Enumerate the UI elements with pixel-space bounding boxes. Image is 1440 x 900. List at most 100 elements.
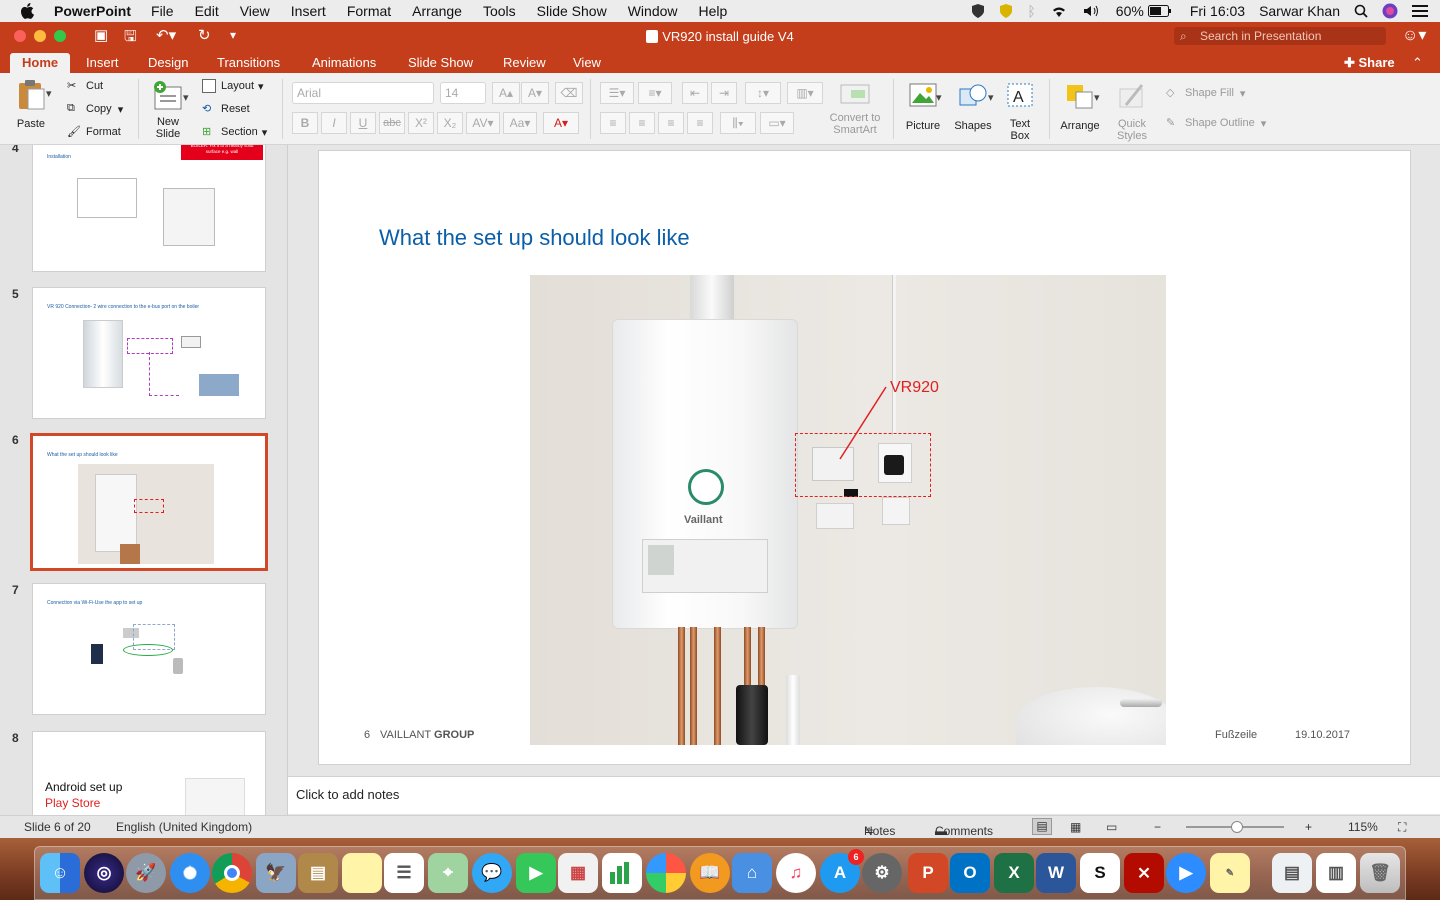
font-size-field[interactable]: 14 bbox=[440, 82, 486, 104]
shape-outline-button[interactable]: ✎ Shape Outline ▾ bbox=[1166, 116, 1266, 130]
launchpad-icon[interactable]: 🚀 bbox=[126, 853, 166, 893]
bullets-button[interactable]: ☰▾ bbox=[600, 82, 634, 104]
zoom-out-button[interactable]: − bbox=[1154, 820, 1161, 834]
tab-review[interactable]: Review bbox=[503, 53, 546, 73]
menu-view[interactable]: View bbox=[240, 3, 270, 19]
fit-to-window-icon[interactable]: ⛶ bbox=[1398, 820, 1406, 835]
paste-options-icon[interactable]: ▾ bbox=[46, 87, 52, 100]
align-right-button[interactable]: ≡ bbox=[658, 112, 684, 134]
increase-indent-button[interactable]: ⇥ bbox=[711, 82, 737, 104]
itunes-icon[interactable]: ♫ bbox=[776, 853, 816, 893]
line-spacing-button[interactable]: ↕▾ bbox=[745, 82, 781, 104]
preview-icon[interactable]: 🦅 bbox=[256, 853, 296, 893]
increase-font-size-button[interactable]: A▴ bbox=[492, 82, 520, 104]
window-preview-icon[interactable]: ▤ bbox=[1272, 853, 1312, 893]
photos-icon[interactable] bbox=[646, 853, 686, 893]
menu-arrange[interactable]: Arrange bbox=[412, 3, 462, 19]
copy-button[interactable]: ⧉ Copy ▾ bbox=[67, 102, 123, 116]
normal-view-icon[interactable]: ▤ bbox=[1032, 818, 1052, 835]
menu-insert[interactable]: Insert bbox=[291, 3, 326, 19]
battery-icon[interactable] bbox=[1147, 5, 1172, 17]
decrease-indent-button[interactable]: ⇤ bbox=[682, 82, 708, 104]
finder-icon[interactable]: ☺ bbox=[40, 853, 80, 893]
siri-app-icon[interactable]: ◎ bbox=[84, 853, 124, 893]
clear-formatting-icon[interactable]: ⌫ bbox=[555, 82, 583, 104]
vpn-icon[interactable] bbox=[999, 3, 1013, 19]
cut-button[interactable]: ✂ Cut bbox=[67, 79, 103, 93]
text-box-button[interactable]: A Text Box bbox=[1000, 81, 1040, 142]
align-center-button[interactable]: ≡ bbox=[629, 112, 655, 134]
arrange-button[interactable]: Arrange bbox=[1056, 81, 1104, 132]
smiley-feedback-icon[interactable]: ☺▾ bbox=[1402, 25, 1426, 45]
acrobat-icon[interactable]: ⨯ bbox=[1124, 853, 1164, 893]
zoom-slider-thumb[interactable] bbox=[1231, 821, 1243, 833]
calendar-icon[interactable]: ▦ bbox=[558, 853, 598, 893]
menubar-user[interactable]: Sarwar Khan bbox=[1259, 3, 1340, 19]
format-painter-button[interactable]: 🖌 Format bbox=[67, 125, 121, 139]
notification-center-icon[interactable] bbox=[1412, 4, 1428, 18]
menu-tools[interactable]: Tools bbox=[483, 3, 516, 19]
strikethrough-button[interactable]: abc bbox=[379, 112, 405, 134]
subscript-button[interactable]: X₂ bbox=[437, 112, 463, 134]
menu-format[interactable]: Format bbox=[347, 3, 391, 19]
menu-app-name[interactable]: PowerPoint bbox=[54, 3, 131, 19]
new-slide-button[interactable]: New Slide bbox=[146, 79, 190, 141]
numbers-icon[interactable] bbox=[602, 853, 642, 893]
character-spacing-button[interactable]: AV▾ bbox=[466, 112, 500, 134]
new-slide-dropdown-icon[interactable]: ▾ bbox=[183, 91, 189, 104]
section-button[interactable]: ⊞ Section ▾ bbox=[202, 125, 267, 139]
slide-thumbnail-pane[interactable]: 4 Installation DO NOT ATTACH THIS BOX TO… bbox=[0, 145, 288, 815]
tab-home[interactable]: Home bbox=[10, 53, 71, 73]
picture-dropdown-icon[interactable]: ▾ bbox=[936, 91, 942, 104]
columns-button[interactable]: ▥▾ bbox=[787, 82, 823, 104]
font-name-field[interactable]: Arial bbox=[292, 82, 434, 104]
shape-fill-button[interactable]: ◇ Shape Fill ▾ bbox=[1166, 86, 1245, 100]
share-button[interactable]: ✚ Share bbox=[1344, 53, 1395, 73]
notes-field[interactable]: Click to add notes bbox=[288, 776, 1440, 814]
bold-button[interactable]: B bbox=[292, 112, 318, 134]
messages-icon[interactable]: 💬 bbox=[472, 853, 512, 893]
arrange-dropdown-icon[interactable]: ▾ bbox=[1094, 91, 1100, 104]
slack-icon[interactable]: S bbox=[1080, 853, 1120, 893]
slide-thumbnail-4[interactable]: Installation DO NOT ATTACH THIS BOX TO T… bbox=[32, 145, 266, 272]
system-preferences-icon[interactable]: ⚙ bbox=[862, 853, 902, 893]
maps-icon[interactable]: ⌖ bbox=[428, 853, 468, 893]
slide-thumbnail-5[interactable]: VR 920 Connection- 2 wire connection to … bbox=[32, 287, 266, 419]
tab-slide-show[interactable]: Slide Show bbox=[408, 53, 473, 73]
tab-view[interactable]: View bbox=[573, 53, 601, 73]
zoom-level[interactable]: 115% bbox=[1348, 820, 1378, 834]
chrome-icon[interactable] bbox=[212, 853, 252, 893]
decrease-font-size-button[interactable]: A▾ bbox=[521, 82, 549, 104]
search-input[interactable]: ⌕ Search in Presentation bbox=[1174, 27, 1386, 45]
picture-button[interactable]: Picture bbox=[900, 81, 946, 132]
notebook-icon[interactable]: ▤ bbox=[298, 853, 338, 893]
slide-thumbnail-6[interactable]: What the set up should look like bbox=[30, 433, 268, 571]
slide-sorter-icon[interactable]: ▦ bbox=[1070, 820, 1081, 834]
text-direction-button[interactable]: ⫼▾ bbox=[720, 112, 756, 134]
books-icon[interactable]: 📖 bbox=[690, 853, 730, 893]
shapes-dropdown-icon[interactable]: ▾ bbox=[988, 91, 994, 104]
shield-icon[interactable] bbox=[971, 3, 985, 19]
slide-title[interactable]: What the set up should look like bbox=[379, 225, 690, 251]
menu-help[interactable]: Help bbox=[699, 3, 728, 19]
word-icon[interactable]: W bbox=[1036, 853, 1076, 893]
tab-design[interactable]: Design bbox=[148, 53, 188, 73]
apple-icon[interactable] bbox=[20, 3, 38, 19]
reading-view-icon[interactable]: ▭ bbox=[1106, 820, 1117, 834]
menu-window[interactable]: Window bbox=[628, 3, 678, 19]
trash-icon[interactable]: 🗑 bbox=[1360, 853, 1400, 893]
wifi-icon[interactable] bbox=[1050, 4, 1068, 18]
font-color-button[interactable]: A▾ bbox=[543, 112, 579, 134]
change-case-button[interactable]: Aa▾ bbox=[503, 112, 537, 134]
underline-button[interactable]: U bbox=[350, 112, 376, 134]
siri-icon[interactable] bbox=[1382, 3, 1398, 19]
zoom-in-button[interactable]: + bbox=[1305, 820, 1312, 834]
quick-styles-button[interactable]: Quick Styles bbox=[1110, 81, 1154, 142]
tab-animations[interactable]: Animations bbox=[312, 53, 376, 73]
vr920-callout-label[interactable]: VR920 bbox=[890, 379, 939, 397]
keynote-icon[interactable]: ⌂ bbox=[732, 853, 772, 893]
tab-transitions[interactable]: Transitions bbox=[217, 53, 280, 73]
slide-thumbnail-8[interactable]: Android set up Play Store bbox=[32, 731, 266, 815]
shapes-button[interactable]: Shapes bbox=[950, 81, 996, 132]
zoom-app-icon[interactable]: ▶ bbox=[1166, 853, 1206, 893]
